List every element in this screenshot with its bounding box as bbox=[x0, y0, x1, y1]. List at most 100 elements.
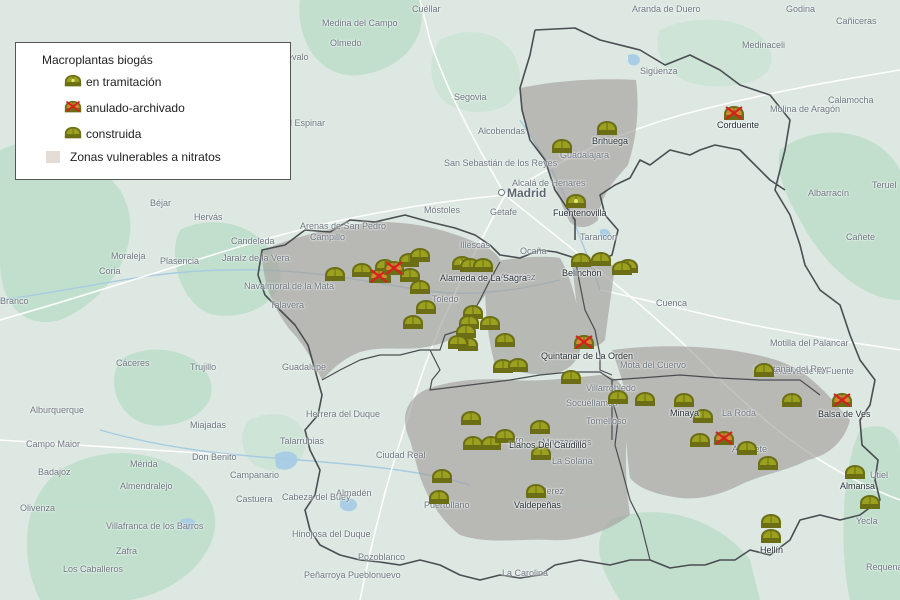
place-label: Navalmoral de la Mata bbox=[244, 281, 335, 291]
place-label: Miajadas bbox=[190, 420, 227, 430]
place-label: Olivenza bbox=[20, 503, 56, 513]
biogas-plant-built-marker[interactable] bbox=[409, 279, 431, 295]
biogas-plant-pending-icon bbox=[64, 74, 82, 90]
plant-location-label: Belinchón bbox=[562, 268, 602, 278]
biogas-plant-built-marker[interactable] bbox=[507, 357, 529, 373]
place-label: Ocaña bbox=[520, 246, 547, 256]
place-label: Utiel bbox=[870, 470, 889, 480]
biogas-plant-cancelled-marker[interactable] bbox=[573, 334, 595, 350]
place-label: Trujillo bbox=[190, 362, 217, 372]
zone-swatch bbox=[46, 151, 60, 163]
biogas-plant-built-marker[interactable] bbox=[781, 392, 803, 408]
biogas-plant-built-marker[interactable] bbox=[753, 362, 775, 378]
biogas-plant-built-marker[interactable] bbox=[415, 299, 437, 315]
biogas-plant-built-marker[interactable] bbox=[634, 391, 656, 407]
biogas-plant-cancelled-marker[interactable] bbox=[831, 392, 853, 408]
place-label: Calamocha bbox=[828, 95, 874, 105]
place-label: Talarrubias bbox=[280, 436, 325, 446]
biogas-plant-built-marker[interactable] bbox=[447, 334, 469, 350]
plant-location-label: Valdepeñas bbox=[514, 500, 561, 510]
place-label: La Solana bbox=[552, 456, 593, 466]
biogas-plant-built-marker[interactable] bbox=[560, 369, 582, 385]
place-label: Yecla bbox=[856, 516, 878, 526]
place-label: Castuera bbox=[236, 494, 273, 504]
place-label: Hervás bbox=[194, 212, 223, 222]
biogas-plant-built-marker[interactable] bbox=[689, 432, 711, 448]
place-label: Olmedo bbox=[330, 38, 362, 48]
place-label: San Sebastián de los Reyes bbox=[444, 158, 558, 168]
place-label: Móstoles bbox=[424, 205, 461, 215]
biogas-plant-built-marker[interactable] bbox=[472, 257, 494, 273]
legend: Macroplantas biogás en tramitación anula… bbox=[15, 42, 291, 180]
biogas-plant-built-marker[interactable] bbox=[757, 455, 779, 471]
biogas-plant-pending-marker[interactable] bbox=[565, 193, 587, 209]
place-label: Los Caballeros bbox=[63, 564, 124, 574]
place-label: Albarracín bbox=[808, 188, 850, 198]
biogas-plant-built-marker[interactable] bbox=[760, 513, 782, 529]
biogas-plant-built-marker[interactable] bbox=[324, 266, 346, 282]
biogas-plant-built-marker[interactable] bbox=[460, 410, 482, 426]
place-label: Aranda de Duero bbox=[632, 4, 701, 14]
biogas-plant-built-marker[interactable] bbox=[844, 464, 866, 480]
place-label: Almendralejo bbox=[120, 481, 173, 491]
biogas-plant-built-marker[interactable] bbox=[736, 440, 758, 456]
biogas-plant-cancelled-marker[interactable] bbox=[723, 105, 745, 121]
place-label: Cuéllar bbox=[412, 4, 441, 14]
place-label: Ciudad Real bbox=[376, 450, 426, 460]
biogas-plant-built-marker[interactable] bbox=[409, 247, 431, 263]
biogas-plant-built-marker[interactable] bbox=[673, 392, 695, 408]
place-label: Guadalupe bbox=[282, 362, 327, 372]
biogas-plant-built-marker[interactable] bbox=[551, 138, 573, 154]
place-label: La Carolina bbox=[502, 568, 549, 578]
biogas-plant-built-marker[interactable] bbox=[570, 252, 592, 268]
biogas-plant-built-marker[interactable] bbox=[525, 483, 547, 499]
place-label: Coria bbox=[99, 266, 121, 276]
biogas-plant-built-marker[interactable] bbox=[402, 314, 424, 330]
place-label: Villafranca de los Barros bbox=[106, 521, 204, 531]
place-label: Cáceres bbox=[116, 358, 150, 368]
place-label: Cañiceras bbox=[836, 16, 877, 26]
plant-location-label: Brihuega bbox=[592, 136, 629, 146]
biogas-plant-built-marker[interactable] bbox=[494, 332, 516, 348]
legend-label: anulado-archivado bbox=[86, 101, 185, 115]
legend-label: Zonas vulnerables a nitratos bbox=[70, 150, 221, 164]
biogas-plant-built-marker[interactable] bbox=[596, 120, 618, 136]
place-label: Jaraíz de la Vera bbox=[222, 253, 290, 263]
place-label: Cuenca bbox=[656, 298, 688, 308]
biogas-plant-built-marker[interactable] bbox=[607, 389, 629, 405]
place-label: Godina bbox=[786, 4, 816, 14]
place-label: Mota del Cuervo bbox=[620, 360, 687, 370]
biogas-plant-cancelled-marker[interactable] bbox=[713, 430, 735, 446]
place-label: Alburquerque bbox=[30, 405, 85, 415]
biogas-plant-built-marker[interactable] bbox=[428, 489, 450, 505]
biogas-plant-built-marker[interactable] bbox=[431, 468, 453, 484]
place-label: Campanario bbox=[230, 470, 280, 480]
place-label: Badajoz bbox=[38, 467, 71, 477]
biogas-plant-cancelled-marker[interactable] bbox=[383, 260, 405, 276]
biogas-plant-built-marker[interactable] bbox=[479, 315, 501, 331]
biogas-plant-built-marker[interactable] bbox=[590, 251, 612, 267]
place-label: Campillo bbox=[310, 232, 346, 242]
biogas-plant-built-marker[interactable] bbox=[859, 494, 881, 510]
place-label: Segovia bbox=[454, 92, 487, 102]
plant-location-label: Quintanar de La Orden bbox=[541, 351, 634, 361]
place-label: Herrera del Duque bbox=[306, 409, 381, 419]
place-label: Almadén bbox=[336, 488, 372, 498]
place-label: Don Benito bbox=[192, 452, 237, 462]
legend-title: Macroplantas biogás bbox=[42, 53, 153, 67]
plant-location-label: Minaya bbox=[670, 408, 700, 418]
biogas-plant-built-marker[interactable] bbox=[529, 419, 551, 435]
plant-location-label: Llanos Del Caudillo bbox=[509, 440, 587, 450]
plant-location-label: Balsa de Ves bbox=[818, 409, 871, 419]
biogas-plant-built-marker[interactable] bbox=[611, 260, 633, 276]
plant-location-label: Alameda de La Sagra bbox=[440, 273, 528, 283]
plant-location-label: Fuentenovilla bbox=[553, 208, 607, 218]
biogas-plant-built-icon bbox=[64, 126, 82, 142]
place-label: Pozoblanco bbox=[358, 552, 406, 562]
place-label: Béjar bbox=[150, 198, 172, 208]
place-label: Tarancón bbox=[580, 232, 618, 242]
legend-label: en tramitación bbox=[86, 75, 162, 89]
plant-location-label: Almansa bbox=[840, 481, 876, 491]
biogas-plant-built-marker[interactable] bbox=[760, 528, 782, 544]
place-label: Alcalá de Henares bbox=[512, 178, 586, 188]
